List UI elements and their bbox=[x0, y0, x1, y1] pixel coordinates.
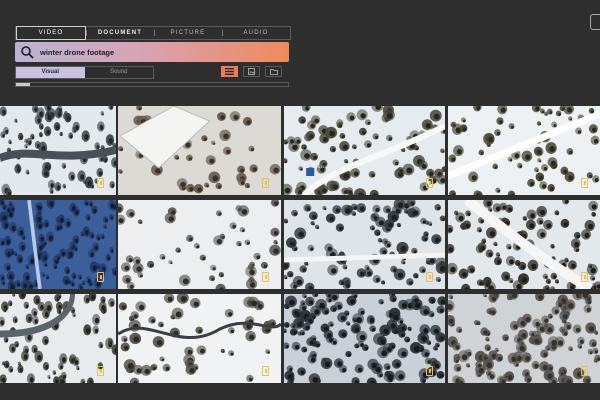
video-result-tile[interactable] bbox=[0, 200, 116, 289]
video-file-icon bbox=[426, 272, 433, 282]
video-file-icon bbox=[581, 366, 588, 376]
video-thumbnail bbox=[118, 106, 281, 195]
view-mode-buttons bbox=[221, 66, 282, 77]
tab-video[interactable]: VIDEO bbox=[16, 26, 86, 40]
image-view-button[interactable] bbox=[243, 66, 260, 77]
loading-progress-bar bbox=[15, 82, 289, 87]
video-result-tile[interactable] bbox=[0, 294, 116, 383]
toggle-sound[interactable]: Sound bbox=[85, 67, 154, 78]
search-input[interactable]: winter drone footage bbox=[40, 48, 114, 57]
video-result-tile[interactable] bbox=[284, 294, 445, 383]
folder-view-button[interactable] bbox=[265, 66, 282, 77]
list-view-button[interactable] bbox=[221, 66, 238, 77]
search-icon[interactable] bbox=[20, 45, 34, 59]
video-result-tile[interactable] bbox=[284, 200, 445, 289]
video-file-icon bbox=[262, 178, 269, 188]
video-result-tile[interactable] bbox=[448, 200, 600, 289]
video-result-tile[interactable] bbox=[448, 294, 600, 383]
results-grid: NATIONAL GEOGRAPHIC bbox=[0, 106, 600, 386]
video-result-tile[interactable]: NATIONAL GEOGRAPHIC bbox=[284, 106, 445, 195]
folder-icon bbox=[269, 68, 278, 75]
video-file-icon bbox=[581, 178, 588, 188]
progress-fill bbox=[16, 83, 30, 86]
media-type-tabs: VIDEO DOCUMENT PICTURE AUDIO bbox=[15, 26, 291, 40]
video-file-icon bbox=[262, 272, 269, 282]
video-result-tile[interactable] bbox=[0, 106, 116, 195]
video-file-icon bbox=[581, 272, 588, 282]
video-file-icon bbox=[97, 366, 104, 376]
video-thumbnail bbox=[284, 294, 445, 383]
tab-audio[interactable]: AUDIO bbox=[222, 27, 290, 39]
image-icon bbox=[248, 68, 255, 75]
list-icon bbox=[225, 68, 234, 75]
video-result-tile[interactable] bbox=[448, 106, 600, 195]
visual-sound-toggle: Visual Sound bbox=[15, 66, 154, 79]
window-corner-button[interactable] bbox=[590, 14, 600, 30]
video-thumbnail bbox=[118, 200, 281, 289]
video-file-icon bbox=[426, 366, 433, 376]
tab-document[interactable]: DOCUMENT bbox=[86, 27, 154, 39]
video-file-icon bbox=[97, 178, 104, 188]
toggle-visual[interactable]: Visual bbox=[16, 67, 85, 78]
video-result-tile[interactable] bbox=[118, 294, 281, 383]
thumbnail-watermark: NATIONAL GEOGRAPHIC bbox=[314, 164, 372, 169]
video-file-icon bbox=[97, 272, 104, 282]
video-thumbnail bbox=[118, 294, 281, 383]
tab-picture[interactable]: PICTURE bbox=[154, 27, 222, 39]
video-thumbnail bbox=[448, 106, 600, 195]
search-bar[interactable]: winter drone footage bbox=[15, 42, 289, 62]
video-thumbnail bbox=[448, 294, 600, 383]
video-thumbnail bbox=[284, 106, 445, 195]
video-file-icon bbox=[262, 366, 269, 376]
video-thumbnail bbox=[284, 200, 445, 289]
video-result-tile[interactable] bbox=[118, 200, 281, 289]
video-result-tile[interactable] bbox=[118, 106, 281, 195]
video-file-icon bbox=[426, 178, 433, 188]
video-thumbnail bbox=[448, 200, 600, 289]
